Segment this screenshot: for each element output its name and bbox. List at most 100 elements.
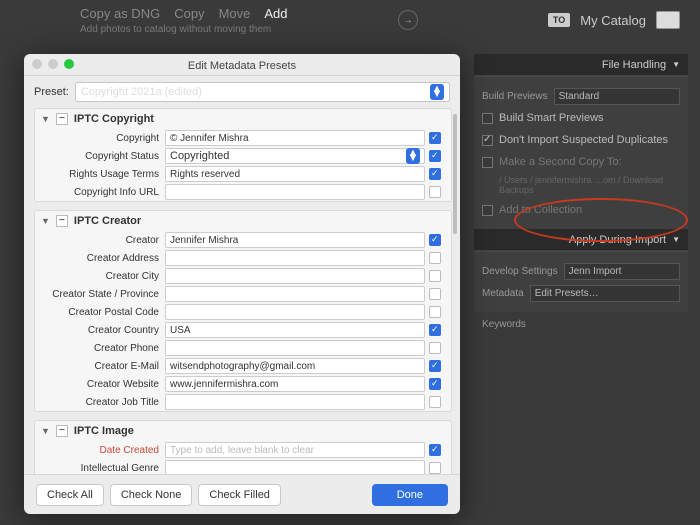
field-input[interactable] <box>165 250 425 266</box>
apply-during-import-header[interactable]: Apply During Import▼ <box>474 229 688 251</box>
metadata-label: Metadata <box>482 288 524 299</box>
disclosure-triangle-icon[interactable]: ▼ <box>41 216 50 226</box>
field-row: Creator City <box>35 267 451 285</box>
field-label: Creator City <box>35 271 165 282</box>
chevron-down-icon: ▼ <box>672 235 680 244</box>
dont-import-duplicates-label: Don't Import Suspected Duplicates <box>499 134 668 146</box>
field-row: Creator Job Title <box>35 393 451 411</box>
build-previews-select[interactable]: Standard <box>554 88 680 105</box>
metadata-select[interactable]: Edit Presets… <box>530 285 680 302</box>
field-label: Creator Phone <box>35 343 165 354</box>
field-input[interactable] <box>165 358 425 374</box>
field-checkbox[interactable] <box>429 462 441 474</box>
field-input[interactable] <box>165 376 425 392</box>
field-checkbox[interactable] <box>429 342 441 354</box>
group-toggle-icon[interactable]: − <box>56 113 68 125</box>
build-previews-label: Build Previews <box>482 91 548 102</box>
group-title: IPTC Image <box>74 425 134 437</box>
field-checkbox[interactable] <box>429 288 441 300</box>
check-filled-button[interactable]: Check Filled <box>198 484 281 506</box>
field-label: Creator Postal Code <box>35 307 165 318</box>
disclosure-triangle-icon[interactable]: ▼ <box>41 114 50 124</box>
import-mode-tabs: Copy as DNG Copy Move Add <box>80 6 288 21</box>
window-close-button[interactable] <box>32 59 42 69</box>
destination-arrow-icon[interactable]: → <box>398 10 418 30</box>
tab-copy[interactable]: Copy <box>174 6 204 21</box>
field-label: Creator State / Province <box>35 289 165 300</box>
field-checkbox[interactable] <box>429 396 441 408</box>
check-none-button[interactable]: Check None <box>110 484 193 506</box>
field-checkbox[interactable] <box>429 132 441 144</box>
tab-add[interactable]: Add <box>264 6 287 21</box>
field-row: Creator Address <box>35 249 451 267</box>
field-checkbox[interactable] <box>429 150 441 162</box>
group-toggle-icon[interactable]: − <box>56 215 68 227</box>
field-input[interactable] <box>165 268 425 284</box>
field-input[interactable] <box>165 394 425 410</box>
group-title: IPTC Creator <box>74 215 141 227</box>
field-input[interactable] <box>165 460 425 474</box>
field-input[interactable] <box>165 304 425 320</box>
field-input[interactable] <box>165 184 425 200</box>
group-creator: ▼−IPTC Creator CreatorCreator Address Crea… <box>34 210 452 412</box>
field-checkbox[interactable] <box>429 234 441 246</box>
field-input[interactable] <box>165 232 425 248</box>
tab-move[interactable]: Move <box>219 6 251 21</box>
build-smart-previews-checkbox[interactable] <box>482 113 493 124</box>
field-label: Intellectual Genre <box>35 463 165 474</box>
field-row: Creator <box>35 231 451 249</box>
field-input[interactable] <box>165 286 425 302</box>
file-handling-header[interactable]: File Handling▼ <box>474 54 688 76</box>
field-checkbox[interactable] <box>429 444 441 456</box>
select-stepper-icon: ▲▼ <box>406 148 420 164</box>
field-row: Copyright <box>35 129 451 147</box>
field-input[interactable] <box>165 166 425 182</box>
field-label: Creator Website <box>35 379 165 390</box>
field-input[interactable] <box>165 340 425 356</box>
field-row: Creator E-Mail <box>35 357 451 375</box>
field-label: Copyright Info URL <box>35 187 165 198</box>
field-row: Date Created <box>35 441 451 459</box>
develop-settings-select[interactable]: Jenn Import <box>564 263 680 280</box>
group-title: IPTC Copyright <box>74 113 154 125</box>
right-side-panel: File Handling▼ Build Previews Standard B… <box>474 54 688 336</box>
add-to-collection-label: Add to Collection <box>499 204 582 216</box>
field-input[interactable] <box>165 442 425 458</box>
preset-select[interactable]: Copyright 2021a (edited) ▲▼ <box>75 82 450 102</box>
window-zoom-button[interactable] <box>64 59 74 69</box>
field-checkbox[interactable] <box>429 306 441 318</box>
field-row: Creator Phone <box>35 339 451 357</box>
edit-metadata-presets-dialog: Edit Metadata Presets Preset: Copyright … <box>24 54 460 514</box>
drive-icon <box>656 11 680 29</box>
dont-import-duplicates-checkbox[interactable] <box>482 135 493 146</box>
second-copy-checkbox[interactable] <box>482 157 493 168</box>
field-checkbox[interactable] <box>429 378 441 390</box>
field-row: Creator Website <box>35 375 451 393</box>
scrollbar[interactable] <box>453 112 457 456</box>
field-input[interactable] <box>165 322 425 338</box>
disclosure-triangle-icon[interactable]: ▼ <box>41 426 50 436</box>
field-checkbox[interactable] <box>429 270 441 282</box>
group-toggle-icon[interactable]: − <box>56 425 68 437</box>
field-checkbox[interactable] <box>429 186 441 198</box>
field-input[interactable] <box>165 130 425 146</box>
import-mode-description: Add photos to catalog without moving the… <box>80 24 271 35</box>
preset-label: Preset: <box>34 86 69 98</box>
field-select[interactable]: Copyrighted▲▼ <box>165 148 425 164</box>
check-all-button[interactable]: Check All <box>36 484 104 506</box>
field-checkbox[interactable] <box>429 252 441 264</box>
group-copyright: ▼−IPTC CopyrightCopyrightCopyright Statu… <box>34 108 452 202</box>
add-to-collection-checkbox[interactable] <box>482 205 493 216</box>
build-smart-previews-label: Build Smart Previews <box>499 112 604 124</box>
done-button[interactable]: Done <box>372 484 448 506</box>
field-label: Creator Job Title <box>35 397 165 408</box>
second-copy-path: / Users / jennifermishra …om / Download … <box>499 175 680 195</box>
field-checkbox[interactable] <box>429 168 441 180</box>
field-checkbox[interactable] <box>429 360 441 372</box>
field-row: Creator Country <box>35 321 451 339</box>
tab-copy-as-dng[interactable]: Copy as DNG <box>80 6 160 21</box>
destination-catalog-label[interactable]: My Catalog <box>580 13 646 28</box>
field-checkbox[interactable] <box>429 324 441 336</box>
window-minimize-button[interactable] <box>48 59 58 69</box>
field-label: Rights Usage Terms <box>35 169 165 180</box>
